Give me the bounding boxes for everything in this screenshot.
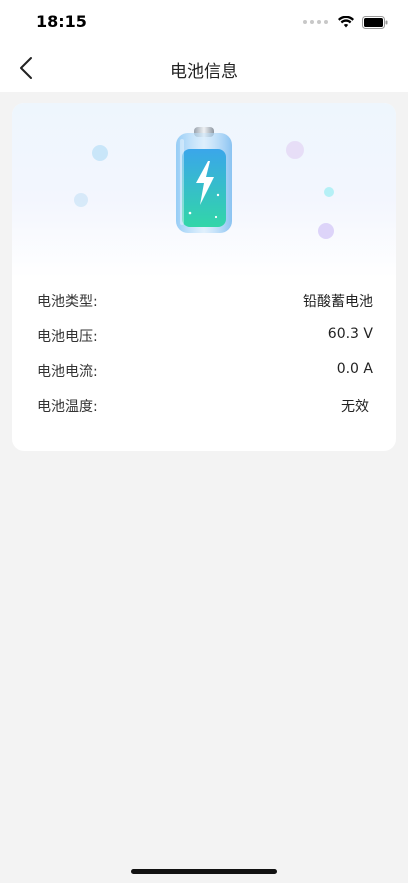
- row-value: 60.3 V: [327, 326, 373, 342]
- battery-info-list: 电池类型: 铅酸蓄电池 电池电压: 60.3 V 电池电流: 0.0 A 电池温…: [12, 283, 396, 423]
- row-label: 电池电流:: [37, 364, 98, 380]
- decor-bubble: [74, 193, 88, 207]
- cellular-signal-icon: [303, 20, 328, 24]
- status-bar: 18:15: [0, 0, 408, 44]
- battery-temperature-row: 电池温度: 无效: [12, 388, 396, 423]
- row-value: 铅酸蓄电池: [303, 294, 373, 310]
- page-title: 电池信息: [170, 62, 238, 82]
- nav-bar: 电池信息: [0, 44, 408, 92]
- status-time: 18:15: [36, 12, 87, 31]
- row-label: 电池电压:: [37, 329, 98, 345]
- battery-illustration: [176, 127, 232, 233]
- battery-voltage-row: 电池电压: 60.3 V: [12, 318, 396, 353]
- row-label: 电池温度:: [37, 399, 98, 415]
- row-value: 无效: [341, 399, 369, 415]
- battery-current-row: 电池电流: 0.0 A: [12, 353, 396, 388]
- row-label: 电池类型:: [37, 294, 98, 310]
- battery-type-row: 电池类型: 铅酸蓄电池: [12, 283, 396, 318]
- home-indicator[interactable]: [131, 869, 277, 874]
- battery-hero: [12, 103, 396, 278]
- decor-bubble: [318, 223, 334, 239]
- battery-status-icon: [362, 15, 388, 29]
- battery-info-card: 电池类型: 铅酸蓄电池 电池电压: 60.3 V 电池电流: 0.0 A 电池温…: [12, 103, 396, 451]
- wifi-icon: [338, 16, 354, 28]
- row-value: 0.0 A: [336, 361, 373, 377]
- decor-bubble: [92, 145, 108, 161]
- decor-bubble: [286, 141, 304, 159]
- decor-bubble: [324, 187, 334, 197]
- status-icons: [303, 14, 388, 30]
